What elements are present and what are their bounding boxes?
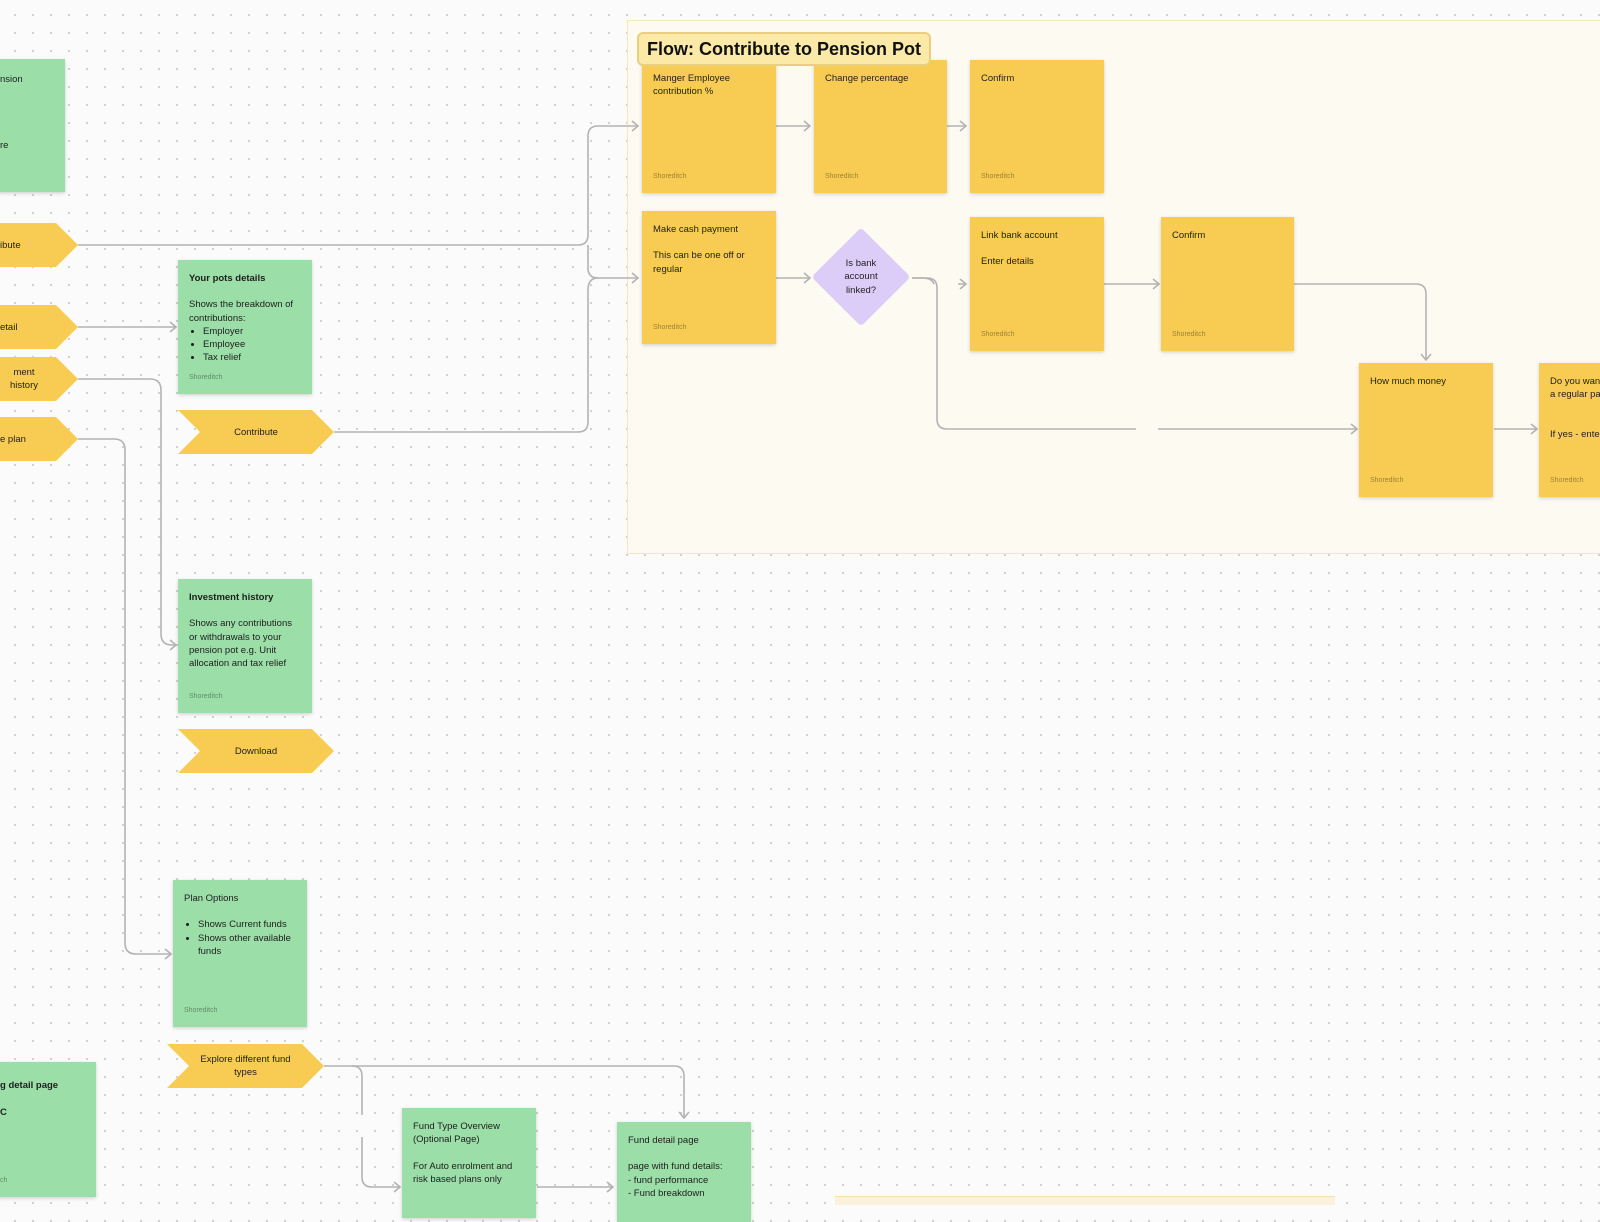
sticky-body: Shows the breakdown of contributions: [189, 299, 294, 324]
sticky-author: Shoreditch [825, 172, 859, 180]
connector-confirm-to-money [1294, 283, 1427, 360]
sticky-author: Shoreditch [981, 172, 1015, 180]
list-item: Shows other available funds [198, 932, 296, 959]
sticky-title: Fund Type Overview (Optional Page) [413, 1121, 500, 1146]
sticky-author: Shoreditch [981, 330, 1015, 338]
sticky-list: Employer Employee Tax relief [189, 325, 301, 365]
sticky-cut-pension[interactable]: nsion re [0, 59, 65, 192]
explore-fund-types-button[interactable]: Explore different fund types [167, 1044, 324, 1088]
sticky-title: Link bank account [981, 230, 1058, 241]
sticky-cut-line2: re [0, 140, 9, 151]
list-item: Shows Current funds [198, 918, 296, 931]
sticky-title: Manger Employee contribution % [653, 73, 731, 98]
sticky-body: This can be one off or regular [653, 250, 745, 275]
connector-history-to-investment [78, 378, 176, 646]
chevron-label: ment history [10, 367, 38, 391]
sticky-your-pots-details[interactable]: Your pots details Shows the breakdown of… [178, 260, 312, 394]
sticky-author: Shoreditch [189, 373, 223, 381]
sticky-author: Shoreditch [189, 692, 223, 700]
chevron-label: Download [234, 745, 278, 757]
contribute-button[interactable]: Contribute [178, 410, 334, 454]
sticky-link-bank-account[interactable]: Link bank account Enter details Shoredit… [970, 217, 1104, 351]
sticky-body: Enter details [981, 256, 1034, 268]
sticky-investment-history[interactable]: Investment history Shows any contributio… [178, 579, 312, 713]
chevron-label: ibute [0, 239, 21, 251]
sticky-title: g detail page [0, 1080, 59, 1091]
connector-explore-to-fund-type [351, 1065, 400, 1188]
connector-contribute-button-to-flow [334, 277, 599, 433]
sticky-manage-employee-contribution[interactable]: Manger Employee contribution % Shoreditc… [642, 60, 776, 193]
sticky-author: Shoreditch [1172, 330, 1206, 338]
sticky-fund-type-overview[interactable]: Fund Type Overview (Optional Page) For A… [402, 1108, 536, 1218]
sticky-title: Plan Options [184, 893, 239, 904]
sticky-body: If yes - ente [1550, 428, 1600, 440]
section-title[interactable]: Flow: Contribute to Pension Pot [637, 32, 931, 66]
list-item: Employer [203, 325, 301, 338]
chevron-label: e plan [0, 433, 26, 445]
sticky-title: Investment history [189, 592, 274, 603]
sticky-body: Shows any contributions or withdrawals t… [189, 618, 292, 670]
sticky-title: Do you want a regular pa [1550, 376, 1600, 401]
decision-label: Is bank account linked? [844, 258, 878, 296]
sticky-title: Confirm [981, 73, 1015, 84]
connector-branch-to-cash [587, 245, 638, 279]
sticky-author: Shoreditch [184, 1006, 218, 1014]
sticky-title: Change percentage [825, 73, 909, 84]
decision-bank-linked[interactable]: Is bank account linked? [811, 227, 911, 327]
list-item: Employee [203, 338, 301, 351]
sticky-plan-options[interactable]: Plan Options Shows Current funds Shows o… [173, 880, 307, 1027]
list-item: Tax relief [203, 351, 301, 364]
connector-plan-to-options [78, 438, 171, 955]
sticky-author: Shoreditch [1370, 476, 1404, 484]
sticky-confirm-bank[interactable]: Confirm Shoreditch [1161, 217, 1294, 351]
sticky-author: Shoreditch [653, 323, 687, 331]
sticky-body: page with fund details: - fund performan… [628, 1161, 723, 1199]
sticky-title: Fund detail page [628, 1135, 699, 1146]
sticky-change-percentage[interactable]: Change percentage Shoreditch [814, 60, 947, 193]
connector-contribute-to-branch [78, 125, 638, 246]
sticky-author: Shoreditch [653, 172, 687, 180]
sticky-confirm-percentage[interactable]: Confirm Shoreditch [970, 60, 1104, 193]
sticky-how-much-money[interactable]: How much money Shoreditch [1359, 363, 1493, 497]
chevron-label: etail [0, 321, 18, 333]
sticky-list: Shows Current funds Shows other availabl… [184, 918, 296, 958]
sticky-title: Make cash payment [653, 224, 739, 235]
sticky-author: Shoreditch [1550, 476, 1584, 484]
sticky-title: Your pots details [189, 273, 266, 284]
sticky-body: For Auto enrolment and risk based plans … [413, 1160, 513, 1185]
chevron-label: Contribute [234, 426, 278, 438]
sticky-body: C [0, 1107, 7, 1118]
sticky-regular-payment[interactable]: Do you want a regular pa If yes - ente S… [1539, 363, 1600, 497]
sticky-title: Confirm [1172, 230, 1206, 241]
sticky-make-cash-payment[interactable]: Make cash payment This can be one off or… [642, 211, 776, 344]
sticky-author: ch [0, 1176, 8, 1184]
sticky-cut-line1: nsion [0, 74, 23, 85]
sticky-cut-detail-page[interactable]: g detail page C ch [0, 1062, 96, 1197]
chevron-label: Explore different fund types [200, 1054, 291, 1078]
download-button[interactable]: Download [178, 729, 334, 773]
sticky-title: How much money [1370, 376, 1447, 387]
connector-decision-yes-to-link [912, 277, 966, 285]
sticky-fund-detail-page[interactable]: Fund detail page page with fund details:… [617, 1122, 751, 1222]
